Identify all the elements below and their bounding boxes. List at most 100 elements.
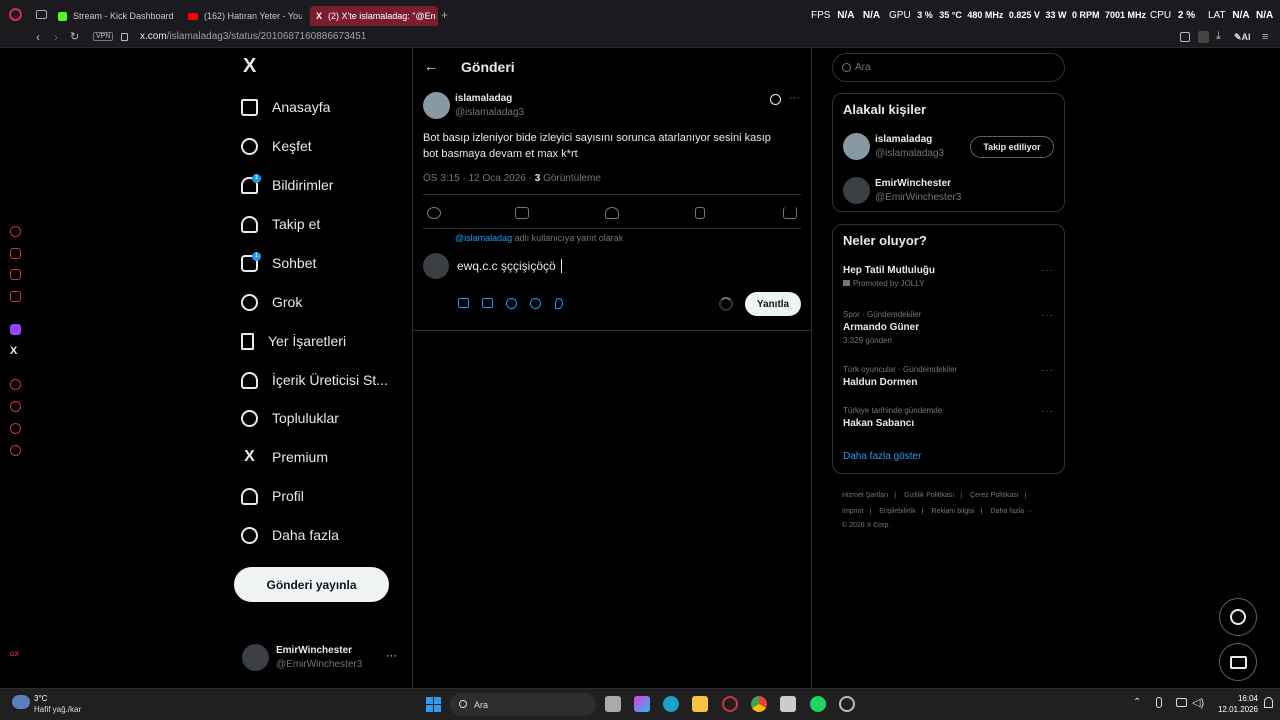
- history-icon[interactable]: [10, 401, 21, 412]
- repost-icon[interactable]: [515, 207, 529, 219]
- windows-start-icon[interactable]: [426, 697, 441, 712]
- related-avatar[interactable]: [843, 177, 870, 204]
- nav-item-profile[interactable]: Profil: [241, 484, 304, 508]
- show-more-link[interactable]: Daha fazla göster: [843, 451, 921, 462]
- opera-logo-icon[interactable]: [9, 8, 22, 21]
- following-button[interactable]: Takip ediliyor: [970, 136, 1054, 158]
- settings-icon[interactable]: [10, 445, 21, 456]
- taskbar-search[interactable]: Ara: [450, 693, 596, 716]
- trend-more-icon[interactable]: ···: [1041, 365, 1054, 376]
- like-icon[interactable]: [605, 207, 619, 219]
- gx-icon[interactable]: GX: [10, 652, 19, 658]
- url-field[interactable]: x.com/islamaladag3/status/20106871608866…: [140, 31, 366, 42]
- post-more-icon[interactable]: ···: [789, 92, 800, 104]
- nav-item-follow[interactable]: Takip et: [241, 212, 320, 236]
- related-name[interactable]: EmirWinchester: [875, 178, 951, 189]
- tab-switcher-icon[interactable]: [36, 10, 47, 19]
- post-time[interactable]: ÖS 3:15 · 12 Oca 2026 ·: [423, 173, 535, 184]
- player-icon[interactable]: [10, 379, 21, 390]
- nav-item-premium[interactable]: X Premium: [241, 445, 328, 469]
- location-icon[interactable]: [555, 298, 563, 309]
- nav-item-grok[interactable]: Grok: [241, 290, 302, 314]
- nav-item-creator-studio[interactable]: İçerik Üreticisi St...: [241, 368, 388, 392]
- media-icon[interactable]: [458, 298, 469, 308]
- nav-item-explore[interactable]: Keşfet: [241, 134, 312, 158]
- footer-link[interactable]: Erişilebilirlik: [879, 508, 916, 515]
- extension-icon[interactable]: [1180, 32, 1190, 42]
- nav-item-notifications[interactable]: 1 Bildirimler: [241, 173, 333, 197]
- reply-to-handle[interactable]: @islamaladag: [455, 233, 512, 243]
- post-button[interactable]: Gönderi yayınla: [234, 567, 389, 602]
- nav-item-chat[interactable]: 1 Sohbet: [241, 251, 316, 275]
- account-more-icon[interactable]: ···: [386, 650, 397, 662]
- grok-compose-icon[interactable]: [506, 298, 517, 309]
- download-icon[interactable]: ⤓: [1216, 30, 1221, 43]
- messages-fab[interactable]: [1219, 643, 1257, 681]
- trend-more-icon[interactable]: ···: [1041, 406, 1054, 417]
- footer-link[interactable]: Gizlilik Politikası: [904, 492, 954, 499]
- author-avatar[interactable]: [423, 92, 450, 119]
- twitch-icon[interactable]: [10, 324, 21, 335]
- spotify-icon[interactable]: [810, 696, 826, 712]
- reply-composer-input[interactable]: ewq.c.c şççişiçöçö: [457, 259, 562, 273]
- store-icon[interactable]: [780, 696, 796, 712]
- new-tab-button[interactable]: +: [441, 8, 448, 22]
- steam-icon[interactable]: [839, 696, 855, 712]
- search-input[interactable]: Ara: [832, 53, 1065, 82]
- notification-bell-icon[interactable]: [1264, 697, 1273, 708]
- task-view-icon[interactable]: [605, 696, 621, 712]
- trend-item[interactable]: Türkiye tarihinde gündemde Hakan Sabancı…: [843, 406, 1055, 432]
- related-avatar[interactable]: [843, 133, 870, 160]
- reply-icon[interactable]: [427, 207, 441, 219]
- explorer-icon[interactable]: [692, 696, 708, 712]
- account-switcher[interactable]: EmirWinchester @EmirWinchester3 ···: [240, 642, 410, 676]
- tab-kick[interactable]: Stream - Kick Dashboard: [58, 6, 178, 26]
- vpn-badge[interactable]: VPN: [93, 32, 114, 41]
- author-name[interactable]: islamaladag: [455, 93, 512, 104]
- copilot-icon[interactable]: [634, 696, 650, 712]
- ai-button[interactable]: ✎AI: [1234, 32, 1251, 43]
- footer-link[interactable]: Hizmet Şartları: [842, 492, 888, 499]
- composer-avatar[interactable]: [423, 253, 449, 279]
- trend-more-icon[interactable]: ···: [1041, 265, 1054, 276]
- gif-icon[interactable]: [482, 298, 493, 308]
- nav-item-more[interactable]: Daha fazla: [241, 523, 339, 547]
- forward-icon[interactable]: ›: [54, 30, 58, 44]
- profile-ext-icon[interactable]: [1198, 31, 1209, 43]
- nav-item-bookmarks[interactable]: Yer İşaretleri: [241, 329, 346, 353]
- footer-link[interactable]: Reklam bilgisi: [932, 508, 975, 515]
- share-icon[interactable]: [783, 207, 797, 219]
- back-icon[interactable]: ‹: [36, 30, 40, 44]
- footer-link[interactable]: Daha fazla ···: [991, 508, 1033, 515]
- author-handle[interactable]: @islamaladag3: [455, 107, 524, 118]
- reload-icon[interactable]: ↻: [70, 30, 79, 43]
- bookmark-action-icon[interactable]: [695, 207, 705, 219]
- crypto-wallet-icon[interactable]: [10, 248, 21, 259]
- footer-link[interactable]: Imprint: [842, 508, 863, 515]
- music-icon[interactable]: [10, 291, 21, 302]
- trend-item[interactable]: Türk oyuncular · Gündemdekiler Haldun Do…: [843, 365, 1055, 391]
- x-sidebar-icon[interactable]: X: [10, 345, 17, 357]
- footer-link[interactable]: Çerez Politikası: [970, 492, 1019, 499]
- tab-youtube[interactable]: (162) Hatıran Yeter - YouTu: [188, 6, 302, 26]
- edge-icon[interactable]: [663, 696, 679, 712]
- clock[interactable]: 16:04 12.01.2026: [1212, 693, 1258, 715]
- tray-chevron-icon[interactable]: ⌃: [1133, 697, 1141, 708]
- emoji-icon[interactable]: [530, 298, 541, 309]
- aria-icon[interactable]: [10, 226, 21, 237]
- trend-item[interactable]: Spor · Gündemdekiler Armando Güner 3.329…: [843, 310, 1055, 350]
- nav-item-home[interactable]: Anasayfa: [241, 95, 330, 119]
- related-name[interactable]: islamaladag: [875, 134, 932, 145]
- messenger-icon[interactable]: [10, 269, 21, 280]
- tab-x-active[interactable]: X (2) X'te islamaladag: "@En: [310, 6, 438, 26]
- trend-item[interactable]: Hep Tatil Mutluluğu Promoted by JOLLY ··…: [843, 265, 1055, 295]
- network-icon[interactable]: [1176, 698, 1187, 707]
- menu-icon[interactable]: ≡: [1262, 31, 1268, 43]
- trend-more-icon[interactable]: ···: [1041, 310, 1054, 321]
- x-logo-icon[interactable]: X: [243, 55, 256, 78]
- pinboard-icon[interactable]: [10, 423, 21, 434]
- weather-widget[interactable]: 3°C Hafif yağ./kar: [12, 693, 112, 719]
- chrome-icon[interactable]: [751, 696, 767, 712]
- grok-fab[interactable]: [1219, 598, 1257, 636]
- grok-explain-icon[interactable]: [770, 94, 781, 105]
